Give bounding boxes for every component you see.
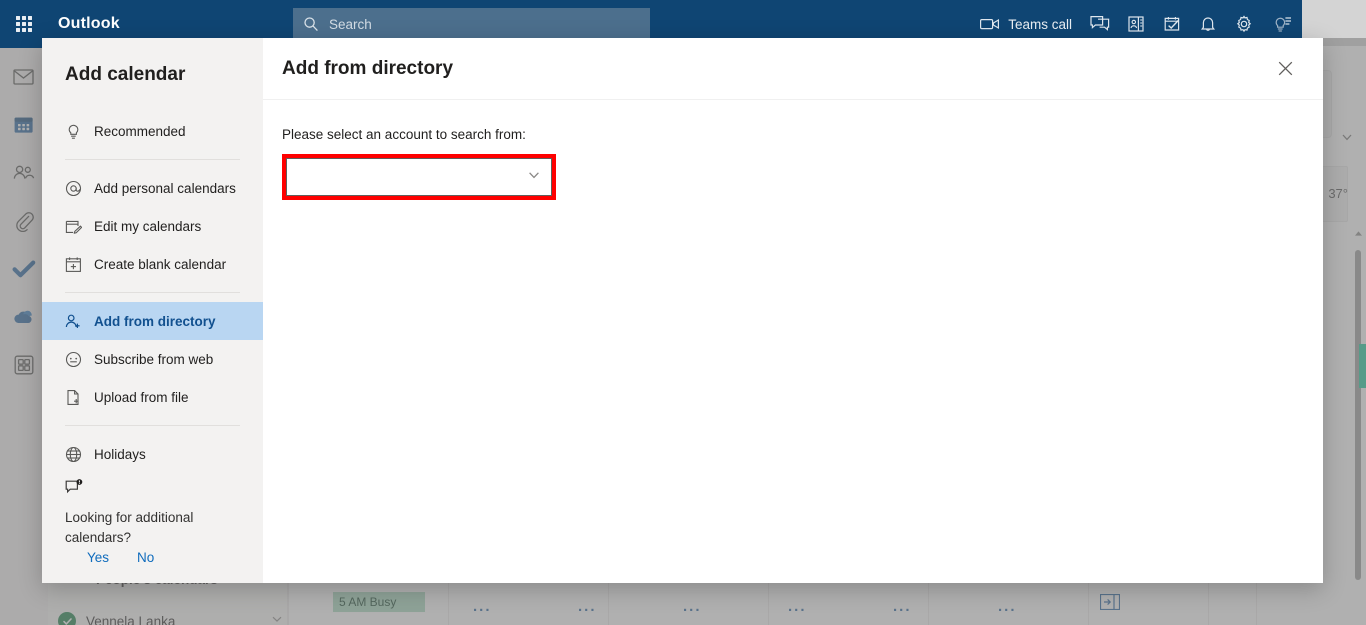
top-right-overlay-panel xyxy=(1302,0,1366,38)
dialog-title: Add from directory xyxy=(282,57,454,79)
sidebar-item-label: Create blank calendar xyxy=(94,256,227,272)
sidebar-item-label: Add personal calendars xyxy=(94,180,236,196)
person-add-icon xyxy=(65,313,82,330)
video-camera-icon xyxy=(980,18,1000,30)
close-icon[interactable] xyxy=(1269,53,1301,85)
search-icon xyxy=(303,16,319,32)
sidebar-item-add-from-directory[interactable]: Add from directory xyxy=(42,302,263,340)
top-right-overlay-strip xyxy=(1323,38,1366,46)
feedback-no-link[interactable]: No xyxy=(137,550,154,565)
subscribe-icon xyxy=(65,351,82,368)
feedback-links: Yes No xyxy=(65,550,245,565)
lightbulb-icon xyxy=(1275,17,1291,32)
sidebar-item-subscribe-from-web[interactable]: Subscribe from web xyxy=(42,340,263,378)
gear-icon xyxy=(1236,15,1252,33)
sidebar-item-label: Subscribe from web xyxy=(94,351,214,367)
sidebar-item-holidays[interactable]: Holidays xyxy=(42,435,263,473)
app-root: People's calendars Vennela Lanka 5 AM Bu… xyxy=(0,0,1366,625)
sidebar-item-label: Edit my calendars xyxy=(94,218,202,234)
app-brand-outlook: Outlook xyxy=(58,15,120,32)
sidebar-divider xyxy=(65,425,240,426)
sidebar-item-label: Add from directory xyxy=(94,313,216,329)
feedback-bubble-icon xyxy=(65,479,245,502)
add-calendar-dialog: Add calendar Recommended Add personal ca… xyxy=(42,38,1323,583)
chevron-down-icon xyxy=(527,168,541,187)
sidebar-item-label: Holidays xyxy=(94,446,146,462)
at-sign-icon xyxy=(65,180,82,197)
dialog-sidebar: Add calendar Recommended Add personal ca… xyxy=(42,38,263,583)
contact-card-icon xyxy=(1128,16,1144,32)
edit-calendar-icon xyxy=(65,218,82,235)
feedback-yes-link[interactable]: Yes xyxy=(87,550,109,565)
sidebar-item-label: Upload from file xyxy=(94,389,189,405)
sidebar-divider xyxy=(65,292,240,293)
feedback-question: Looking for additional calendars? xyxy=(65,510,194,545)
bell-icon xyxy=(1201,17,1215,31)
dialog-sidebar-title: Add calendar xyxy=(65,64,186,85)
sidebar-item-add-personal-calendars[interactable]: Add personal calendars xyxy=(42,169,263,207)
search-bar[interactable] xyxy=(293,8,650,40)
search-input[interactable] xyxy=(329,16,640,32)
dialog-main: Add from directory Please select an acco… xyxy=(263,38,1323,583)
sidebar-item-create-blank-calendar[interactable]: Create blank calendar xyxy=(42,245,263,283)
feedback-block: Looking for additional calendars? Yes No xyxy=(65,479,245,565)
sidebar-item-recommended[interactable]: Recommended xyxy=(42,112,263,150)
dialog-body: Please select an account to search from: xyxy=(263,100,1323,200)
sidebar-item-edit-my-calendars[interactable]: Edit my calendars xyxy=(42,207,263,245)
account-select-label: Please select an account to search from: xyxy=(282,127,526,142)
calendar-plus-icon xyxy=(65,256,82,273)
waffle-icon[interactable] xyxy=(0,0,48,48)
chat-icon xyxy=(1090,16,1110,31)
task-checklist-icon xyxy=(1164,17,1180,31)
file-upload-icon xyxy=(65,389,82,406)
teams-call-label: Teams call xyxy=(1008,16,1072,32)
lightbulb-icon xyxy=(65,123,82,140)
account-select-dropdown[interactable] xyxy=(286,158,552,196)
dialog-header: Add from directory xyxy=(263,38,1323,100)
sidebar-item-upload-from-file[interactable]: Upload from file xyxy=(42,378,263,416)
sidebar-divider xyxy=(65,159,240,160)
globe-icon xyxy=(65,446,82,463)
account-select-highlight xyxy=(282,154,556,200)
sidebar-item-label: Recommended xyxy=(94,123,186,139)
